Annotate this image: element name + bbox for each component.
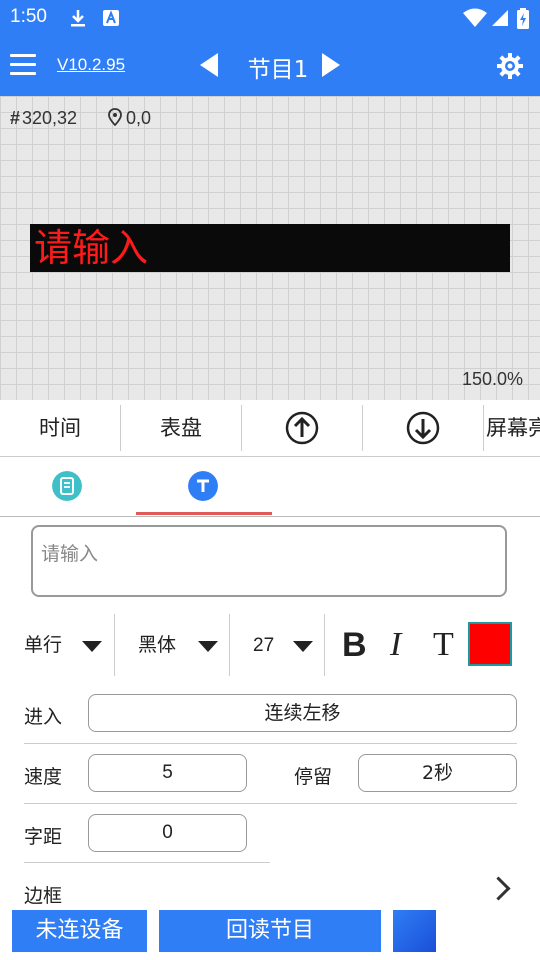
- stay-label: 停留: [294, 766, 333, 788]
- send-button[interactable]: [393, 910, 436, 952]
- chevron-down-icon: [82, 641, 102, 652]
- gear-icon[interactable]: [496, 52, 524, 80]
- toolbar-time-button[interactable]: 时间: [0, 400, 120, 456]
- text-format-icon: [188, 471, 218, 501]
- tab-program-properties[interactable]: [0, 456, 136, 516]
- speed-field[interactable]: 5: [88, 754, 247, 792]
- format-row: 单行 黑体 27 B I T: [0, 614, 540, 676]
- status-time: 1:50: [10, 6, 47, 27]
- text-content-input[interactable]: 请输入: [31, 525, 507, 597]
- program-title: 节目1: [247, 57, 309, 83]
- location-pin-icon: [108, 108, 122, 127]
- move-down-button[interactable]: [363, 400, 483, 456]
- enter-label: 进入: [24, 706, 63, 728]
- line-mode-dropdown[interactable]: 单行: [24, 614, 112, 676]
- document-icon: [52, 471, 82, 501]
- next-program-icon[interactable]: [322, 53, 340, 77]
- battery-charging-icon: [517, 8, 529, 29]
- font-size-dropdown[interactable]: 27: [253, 614, 321, 676]
- led-text-area[interactable]: 请输入: [30, 224, 510, 272]
- move-up-button[interactable]: [242, 400, 362, 456]
- toolbar-dial-button[interactable]: 表盘: [121, 400, 241, 456]
- zoom-level: 150.0%: [461, 369, 523, 389]
- text-style-button[interactable]: T: [433, 626, 454, 664]
- border-label[interactable]: 边框: [24, 881, 62, 908]
- wifi-icon: [463, 8, 487, 27]
- size-readout: #320,32: [10, 108, 78, 128]
- spacing-label: 字距: [24, 826, 63, 848]
- led-text: 请输入: [34, 226, 149, 270]
- chevron-down-icon: [198, 641, 218, 652]
- chevron-down-icon: [293, 641, 313, 652]
- connect-device-button[interactable]: 未连设备: [12, 910, 147, 952]
- enter-effect-field[interactable]: 连续左移: [88, 694, 517, 732]
- menu-icon[interactable]: [10, 54, 36, 76]
- font-dropdown[interactable]: 黑体: [138, 614, 226, 676]
- tab-text-properties[interactable]: [136, 456, 272, 516]
- arrow-up-circle-icon: [285, 411, 319, 445]
- text-color-swatch[interactable]: [468, 622, 512, 666]
- signal-icon: [492, 10, 508, 26]
- app-bar: V10.2.95 节目1: [0, 36, 540, 96]
- arrow-down-circle-icon: [406, 411, 440, 445]
- element-toolbar: 时间 表盘 屏幕亮: [0, 400, 540, 457]
- property-tabs: [0, 456, 540, 517]
- text-content-placeholder: 请输入: [41, 543, 99, 565]
- readback-program-button[interactable]: 回读节目: [159, 910, 381, 952]
- toolbar-screen-brightness-button[interactable]: 屏幕亮: [486, 400, 540, 456]
- spacing-field[interactable]: 0: [88, 814, 247, 852]
- speed-label: 速度: [24, 766, 63, 788]
- version-link[interactable]: V10.2.95: [57, 55, 125, 75]
- previous-program-icon[interactable]: [200, 53, 218, 77]
- bold-button[interactable]: B: [342, 626, 367, 665]
- led-canvas[interactable]: #320,32 0,0 请输入 150.0%: [0, 96, 540, 400]
- chevron-right-icon[interactable]: [486, 876, 511, 901]
- download-icon: [71, 10, 85, 27]
- status-bar: 1:50: [0, 0, 540, 36]
- app-notification-icon: [103, 10, 119, 26]
- position-readout: 0,0: [108, 108, 151, 129]
- italic-button[interactable]: I: [390, 626, 401, 664]
- grid-icon: #: [10, 108, 21, 128]
- stay-field[interactable]: 2秒: [358, 754, 517, 792]
- active-tab-indicator: [136, 512, 272, 515]
